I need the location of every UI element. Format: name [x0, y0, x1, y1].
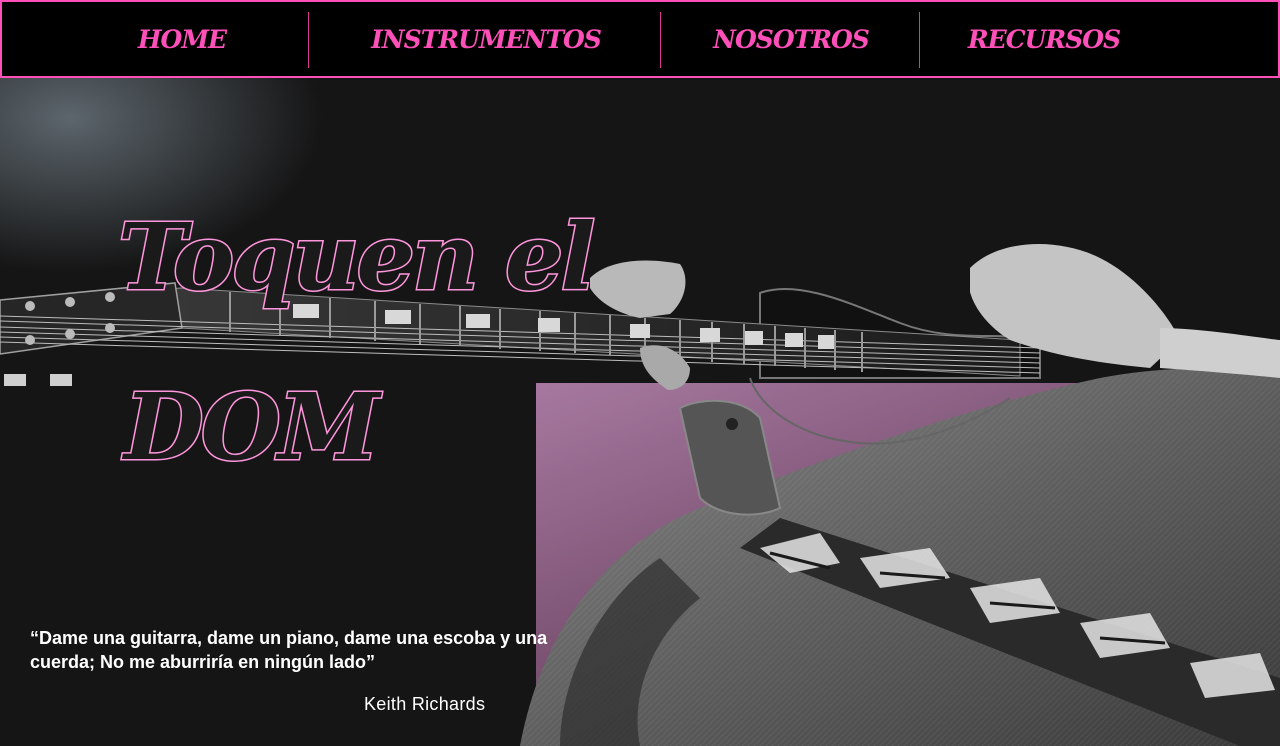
nav-divider	[308, 12, 309, 68]
page: HOME INSTRUMENTOS NOSOTROS RECURSOS Toqu…	[0, 0, 1280, 746]
quote-block: “Dame una guitarra, dame un piano, dame …	[30, 626, 570, 714]
nav-link-instrumentos[interactable]: INSTRUMENTOS	[310, 2, 662, 76]
quote-text: “Dame una guitarra, dame un piano, dame …	[30, 628, 548, 672]
nav-divider	[919, 12, 920, 68]
nav-link-nosotros[interactable]: NOSOTROS	[662, 2, 920, 76]
hero-title: Toquen el DOM	[116, 172, 596, 512]
nav-link-recursos[interactable]: RECURSOS	[922, 2, 1166, 76]
hero-section: Toquen el DOM “Dame una guitarra, dame u…	[0, 78, 1280, 746]
nav-divider	[660, 12, 661, 68]
hero-title-line-1: Toquen el	[116, 202, 596, 313]
top-navigation: HOME INSTRUMENTOS NOSOTROS RECURSOS	[0, 0, 1280, 78]
quote-author: Keith Richards	[364, 694, 486, 714]
nav-link-home[interactable]: HOME	[80, 2, 284, 76]
hero-title-line-2: DOM	[122, 372, 381, 483]
